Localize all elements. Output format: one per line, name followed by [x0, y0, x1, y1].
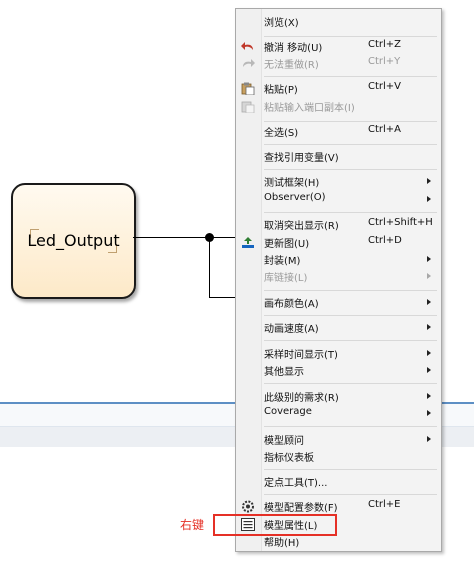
menu-separator — [264, 426, 437, 427]
menu-item-label: 此级别的需求(R) — [264, 393, 339, 404]
menu-item-label: 模型配置参数(F) — [264, 503, 338, 514]
menu-item-metrics-dashboard[interactable]: 指标仪表板 — [236, 448, 441, 465]
menu-item-requirements-at-this-level[interactable]: 此级别的需求(R) — [236, 388, 441, 405]
menu-item-label: 更新图(U) — [264, 239, 310, 250]
menu-item-canvas-color[interactable]: 画布颜色(A) — [236, 294, 441, 311]
menu-item-label: 采样时间显示(T) — [264, 350, 338, 361]
menu-separator — [264, 144, 437, 145]
menu-item-mask[interactable]: 封装(M) — [236, 251, 441, 268]
menu-item-observer[interactable]: Observer(O) — [236, 191, 441, 208]
highlight-box — [213, 514, 337, 536]
menu-item-animation-speed[interactable]: 动画速度(A) — [236, 319, 441, 336]
menu-item-label: 无法重做(R) — [264, 60, 319, 71]
submenu-arrow-icon — [427, 350, 431, 356]
menu-item-label: 测试框架(H) — [264, 178, 320, 189]
menu-item-paste[interactable]: 粘贴(P) Ctrl+V — [236, 80, 441, 97]
submenu-arrow-icon — [427, 178, 431, 184]
menu-item-label: 模型顾问 — [264, 436, 304, 447]
submenu-arrow-icon — [427, 299, 431, 305]
menu-item-shortcut: Ctrl+Y — [368, 56, 401, 67]
menu-item-label: 撤消 移动(U) — [264, 43, 323, 54]
menu-item-update-diagram[interactable]: 更新图(U) Ctrl+D — [236, 234, 441, 251]
signal-line[interactable] — [133, 237, 236, 238]
menu-separator — [264, 383, 437, 384]
led-output-block[interactable]: Led_Output — [11, 183, 136, 299]
menu-item-library-link[interactable]: 库链接(L) — [236, 268, 441, 285]
menu-item-label: 画布颜色(A) — [264, 299, 319, 310]
paste-port-icon — [241, 101, 255, 113]
menu-item-test-harness[interactable]: 测试框架(H) — [236, 173, 441, 190]
menu-separator — [264, 121, 437, 122]
menu-item-remove-highlighting[interactable]: 取消突出显示(R) Ctrl+Shift+H — [236, 216, 441, 233]
menu-item-label: 指标仪表板 — [264, 453, 314, 464]
menu-separator — [264, 212, 437, 213]
menu-item-label: 封装(M) — [264, 256, 301, 267]
menu-separator — [264, 169, 437, 170]
menu-item-select-all[interactable]: 全选(S) Ctrl+A — [236, 123, 441, 140]
menu-item-label: 动画速度(A) — [264, 324, 319, 335]
menu-item-label: 库链接(L) — [264, 273, 308, 284]
submenu-arrow-icon — [427, 273, 431, 279]
context-menu: 浏览(X) 撤消 移动(U) Ctrl+Z 无法重做(R) Ctrl+Y 粘贴(… — [235, 8, 442, 552]
menu-item-label: 粘贴输入端口副本(I) — [264, 103, 355, 114]
paste-icon — [241, 82, 255, 95]
menu-item-browse[interactable]: 浏览(X) — [236, 13, 441, 30]
menu-item-shortcut: Ctrl+Z — [368, 39, 402, 50]
menu-item-fixed-point-tool[interactable]: 定点工具(T)... — [236, 473, 441, 490]
menu-item-paste-input-port-copy[interactable]: 粘贴输入端口副本(I) — [236, 98, 441, 115]
menu-separator — [264, 340, 437, 341]
signal-branch-line[interactable] — [209, 297, 236, 298]
menu-item-label: 查找引用变量(V) — [264, 153, 339, 164]
undo-icon — [241, 42, 253, 50]
menu-separator — [264, 290, 437, 291]
menu-separator — [264, 494, 437, 495]
menu-item-label: 浏览(X) — [264, 18, 299, 29]
signal-branch-line[interactable] — [209, 237, 210, 298]
gear-icon — [242, 500, 254, 513]
menu-item-label: 全选(S) — [264, 128, 299, 139]
block-label: Led_Output — [27, 231, 120, 250]
menu-item-redo[interactable]: 无法重做(R) Ctrl+Y — [236, 55, 441, 72]
menu-item-find-referenced-variables[interactable]: 查找引用变量(V) — [236, 148, 441, 165]
menu-separator — [264, 36, 437, 37]
menu-item-label: 粘贴(P) — [264, 85, 298, 96]
menu-item-label: 帮助(H) — [264, 538, 300, 549]
menu-separator — [264, 315, 437, 316]
redo-icon — [243, 59, 255, 67]
menu-item-label: Observer(O) — [264, 192, 326, 203]
branch-point[interactable] — [205, 233, 214, 242]
submenu-arrow-icon — [427, 324, 431, 330]
menu-item-shortcut: Ctrl+Shift+H — [368, 217, 433, 228]
menu-separator — [264, 469, 437, 470]
menu-item-other-displays[interactable]: 其他显示 — [236, 362, 441, 379]
menu-item-model-advisor[interactable]: 模型顾问 — [236, 431, 441, 448]
menu-item-label: 其他显示 — [264, 367, 304, 378]
submenu-arrow-icon — [427, 256, 431, 262]
menu-item-label: 取消突出显示(R) — [264, 221, 339, 232]
submenu-arrow-icon — [427, 410, 431, 416]
menu-item-shortcut: Ctrl+E — [368, 499, 401, 510]
update-diagram-icon — [242, 237, 254, 248]
menu-item-model-configuration-parameters[interactable]: 模型配置参数(F) Ctrl+E — [236, 498, 441, 515]
right-click-annotation: 右键 — [180, 518, 205, 532]
menu-separator — [264, 76, 437, 77]
menu-item-coverage[interactable]: Coverage — [236, 405, 441, 422]
menu-item-shortcut: Ctrl+V — [368, 81, 402, 92]
menu-item-shortcut: Ctrl+A — [368, 124, 402, 135]
menu-item-label: Coverage — [264, 406, 312, 417]
menu-item-undo-move[interactable]: 撤消 移动(U) Ctrl+Z — [236, 38, 441, 55]
menu-item-label: 定点工具(T)... — [264, 478, 328, 489]
menu-item-sample-time-display[interactable]: 采样时间显示(T) — [236, 345, 441, 362]
submenu-arrow-icon — [427, 436, 431, 442]
menu-item-shortcut: Ctrl+D — [368, 235, 402, 246]
submenu-arrow-icon — [427, 367, 431, 373]
submenu-arrow-icon — [427, 196, 431, 202]
submenu-arrow-icon — [427, 393, 431, 399]
